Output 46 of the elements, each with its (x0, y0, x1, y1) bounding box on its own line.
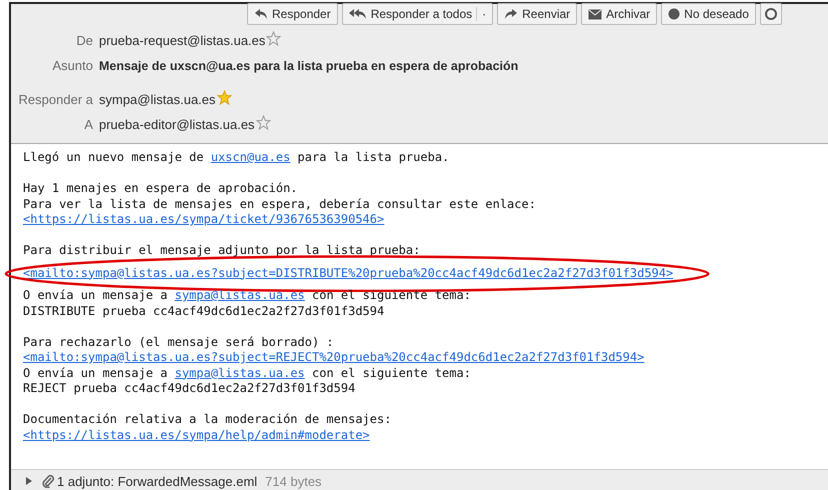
toolbar-button[interactable]: No deseado (661, 3, 756, 25)
expand-icon[interactable] (25, 476, 33, 486)
link[interactable]: sympa@listas.ua.es (174, 288, 305, 302)
reply-all-icon (348, 8, 367, 20)
toolbar-button[interactable]: Archivar (581, 3, 658, 25)
toolbar-button[interactable]: Responder (247, 3, 338, 25)
header-value: prueba-editor@listas.ua.es (99, 117, 255, 132)
body-text: con el siguiente tema: (310, 288, 471, 302)
header-label: De (75, 33, 93, 48)
header-value: prueba-request@listas.ua.es (99, 33, 266, 48)
toolbar-button[interactable]: Reenviar (497, 3, 578, 25)
reply-icon (254, 8, 268, 20)
header-value: sympa@listas.ua.es (99, 92, 216, 107)
link[interactable]: sympa@listas.ua.es (174, 366, 305, 380)
body-text: Documentación relativa a la moderación de mensajes: (23, 412, 392, 426)
toolbar-button[interactable]: Responder a todos · (342, 3, 494, 25)
body-text: con el siguiente tema: (310, 366, 471, 380)
link[interactable]: <https://listas.ua.es/sympa/help/admin#moderate> (23, 428, 370, 442)
header-value: Mensaje de uxscn@ua.es para la lista prueba en espera de aprobación (99, 58, 518, 72)
link[interactable]: <mailto:sympa@listas.ua.es?subject=REJECT%20prueba%20cc4acf49dc6d1ec2a2f27d3f01f3d594> (23, 350, 644, 364)
body-text: para la lista prueba. (296, 150, 450, 164)
star-icon[interactable] (256, 114, 271, 130)
attachment-size: 714 bytes (265, 474, 322, 488)
forward-icon (504, 8, 518, 20)
body-text: Hay 1 menajes en espera de aprobación. (23, 181, 298, 195)
paperclip-icon (41, 474, 55, 488)
header-label: A (83, 117, 93, 132)
body-text: Llegó un nuevo mensaje de (23, 150, 205, 164)
star-icon[interactable] (266, 30, 282, 46)
junk-icon (668, 8, 680, 20)
body-text: DISTRIBUTE prueba cc4acf49dc6d1ec2a2f27d3f01f3d594 (23, 304, 384, 318)
body-text: Para ver la lista de mensajes en espera, debería consultar este enlace: (23, 196, 536, 210)
link[interactable]: <https://listas.ua.es/sympa/ticket/93676536390546> (23, 212, 384, 226)
circle-icon (764, 8, 777, 20)
attachment-name[interactable]: 1 adjunto: ForwardedMessage.eml (57, 474, 258, 488)
body-text: O envía un mensaje a (23, 288, 168, 302)
body-text: Para rechazarlo (el mensaje será borrado) : (23, 334, 334, 348)
link[interactable]: uxscn@ua.es (210, 150, 290, 164)
body-text: Para distribuir el mensaje adjunto por la lista prueba: (23, 243, 420, 257)
body-text: O envía un mensaje a (23, 366, 168, 380)
header-label: Asunto (52, 58, 93, 73)
star-icon[interactable] (216, 90, 232, 104)
toolbar-button[interactable] (760, 3, 782, 25)
envelope-icon (588, 8, 602, 20)
header-label: Responder a (18, 92, 93, 107)
body-text: REJECT prueba cc4acf49dc6d1ec2a2f27d3f01f3d594 (23, 381, 356, 395)
